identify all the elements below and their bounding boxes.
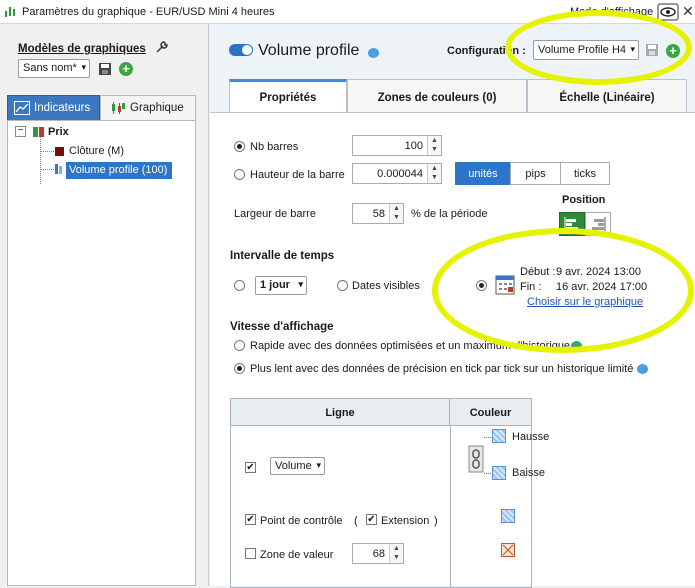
zone-valeur-input[interactable]: 68 ▲ ▼ (352, 543, 404, 564)
point-controle-label: Point de contrôle (260, 515, 343, 527)
models-label[interactable]: Modèles de graphiques (18, 43, 146, 55)
paren-close: ) (434, 515, 438, 527)
dates-visibles-radio[interactable] (337, 280, 348, 291)
vitesse-precision-radio[interactable] (234, 363, 245, 374)
tab-proprietes[interactable]: Propriétés (229, 79, 347, 112)
tab-zones-couleurs[interactable]: Zones de couleurs (0) (347, 79, 527, 112)
tab-indicateurs-label: Indicateurs (34, 102, 91, 114)
baisse-label: Baisse (512, 467, 546, 479)
indicator-title: Volume profile (258, 42, 360, 59)
chevron-down-icon: ▾ (316, 460, 321, 470)
candles-icon (112, 102, 125, 114)
nb-barres-stepper[interactable]: ▲ ▼ (427, 136, 441, 155)
add-model-icon[interactable]: + (119, 62, 133, 76)
collapse-icon[interactable]: − (15, 126, 26, 137)
nb-barres-value: 100 (404, 140, 423, 152)
volume-select[interactable]: Volume ▾ (270, 457, 325, 475)
info-bubble-icon[interactable] (368, 48, 379, 58)
hausse-label: Hausse (512, 431, 550, 443)
point-controle-checkbox[interactable]: ✔ (245, 514, 256, 525)
baisse-color-swatch[interactable] (492, 466, 506, 480)
col-couleur-header: Couleur (450, 399, 531, 426)
close-icon[interactable]: ✕ (682, 3, 694, 20)
unit-unites-button[interactable]: unités (455, 162, 511, 185)
left-panel: Modèles de graphiques Sans nom* ▾ + Indi… (0, 24, 209, 586)
nb-barres-input[interactable]: 100 ▲ ▼ (352, 135, 442, 156)
intervalle-jour-radio[interactable] (234, 280, 245, 291)
point-controle-color-swatch[interactable] (501, 509, 515, 523)
intervalle-value: 1 jour (260, 279, 290, 291)
app-icon (5, 7, 15, 17)
tree-item-volume-profile-label: Volume profile (100) (69, 164, 168, 176)
extension-checkbox[interactable]: ✔ (366, 514, 377, 525)
col-ligne-header: Ligne (231, 399, 450, 426)
position-label: Position (562, 194, 606, 206)
zone-valeur-value: 68 (372, 548, 385, 560)
wrench-icon[interactable] (155, 40, 169, 54)
highlight-configuration (505, 10, 692, 85)
unit-pips-button[interactable]: pips (510, 162, 561, 185)
x-icon (502, 544, 514, 556)
tree-root-prix[interactable]: Prix (48, 126, 69, 138)
largeur-suffix: % de la période (411, 208, 488, 220)
tree-item-cloture[interactable]: Clôture (M) (69, 145, 124, 157)
hauteur-radio[interactable] (234, 169, 245, 180)
cloture-color-icon (55, 147, 64, 156)
vitesse-precision-label: Plus lent avec des données de précision … (250, 363, 634, 375)
unit-ticks-button[interactable]: ticks (560, 162, 610, 185)
extension-label: Extension (381, 515, 430, 527)
tree-item-volume-profile[interactable]: Volume profile (100) (66, 162, 172, 179)
indicator-tree: − Prix Clôture (M) Volume profile (100) (7, 120, 196, 586)
zone-valeur-checkbox[interactable] (245, 548, 256, 559)
vitesse-label: Vitesse d'affichage (230, 321, 334, 333)
window-title: Paramètres du graphique - EUR/USD Mini 4… (22, 6, 275, 18)
hausse-color-swatch[interactable] (492, 429, 506, 443)
save-icon[interactable] (98, 62, 112, 76)
line-color-table: Ligne Couleur ✔ Volume ▾ ✔ Point de cont… (230, 398, 549, 588)
intervalle-select[interactable]: 1 jour ▾ (255, 276, 307, 295)
largeur-value: 58 (372, 208, 385, 220)
models-select[interactable]: Sans nom* ▾ (18, 59, 90, 78)
largeur-label: Largeur de barre (234, 208, 316, 220)
vitesse-rapide-radio[interactable] (234, 340, 245, 351)
hauteur-stepper[interactable]: ▲ ▼ (427, 164, 441, 183)
volume-select-value: Volume (275, 460, 312, 472)
price-icon (33, 127, 44, 137)
zone-valeur-label: Zone de valeur (260, 549, 334, 561)
chart-icon (14, 101, 30, 115)
highlight-dates (432, 228, 694, 353)
tab-graphique-label: Graphique (130, 102, 184, 114)
chevron-down-icon: ▾ (81, 62, 86, 72)
intervalle-label: Intervalle de temps (230, 250, 335, 262)
indicator-toggle[interactable] (229, 44, 253, 56)
largeur-input[interactable]: 58 ▲ ▼ (352, 203, 404, 224)
tab-indicateurs[interactable]: Indicateurs (7, 95, 100, 120)
zone-valeur-color-swatch[interactable] (501, 543, 515, 557)
link-colors-icon[interactable] (468, 445, 484, 473)
volume-profile-icon (55, 164, 62, 174)
tab-graphique[interactable]: Graphique (100, 95, 196, 120)
chevron-down-icon: ▾ (298, 279, 303, 289)
hauteur-value: 0.000044 (377, 168, 423, 180)
nb-barres-label: Nb barres (250, 141, 299, 153)
nb-barres-radio[interactable] (234, 141, 245, 152)
models-select-value: Sans nom* (23, 62, 77, 74)
volume-checkbox[interactable]: ✔ (245, 462, 256, 473)
paren-open: ( (354, 515, 358, 527)
eye-icon[interactable] (657, 3, 679, 21)
dates-visibles-label: Dates visibles (352, 280, 420, 292)
hauteur-input[interactable]: 0.000044 ▲ ▼ (352, 163, 442, 184)
hauteur-label: Hauteur de la barre (250, 169, 345, 181)
zone-valeur-stepper[interactable]: ▲ ▼ (389, 544, 403, 563)
info-bubble-icon[interactable] (637, 364, 648, 374)
largeur-stepper[interactable]: ▲ ▼ (389, 204, 403, 223)
